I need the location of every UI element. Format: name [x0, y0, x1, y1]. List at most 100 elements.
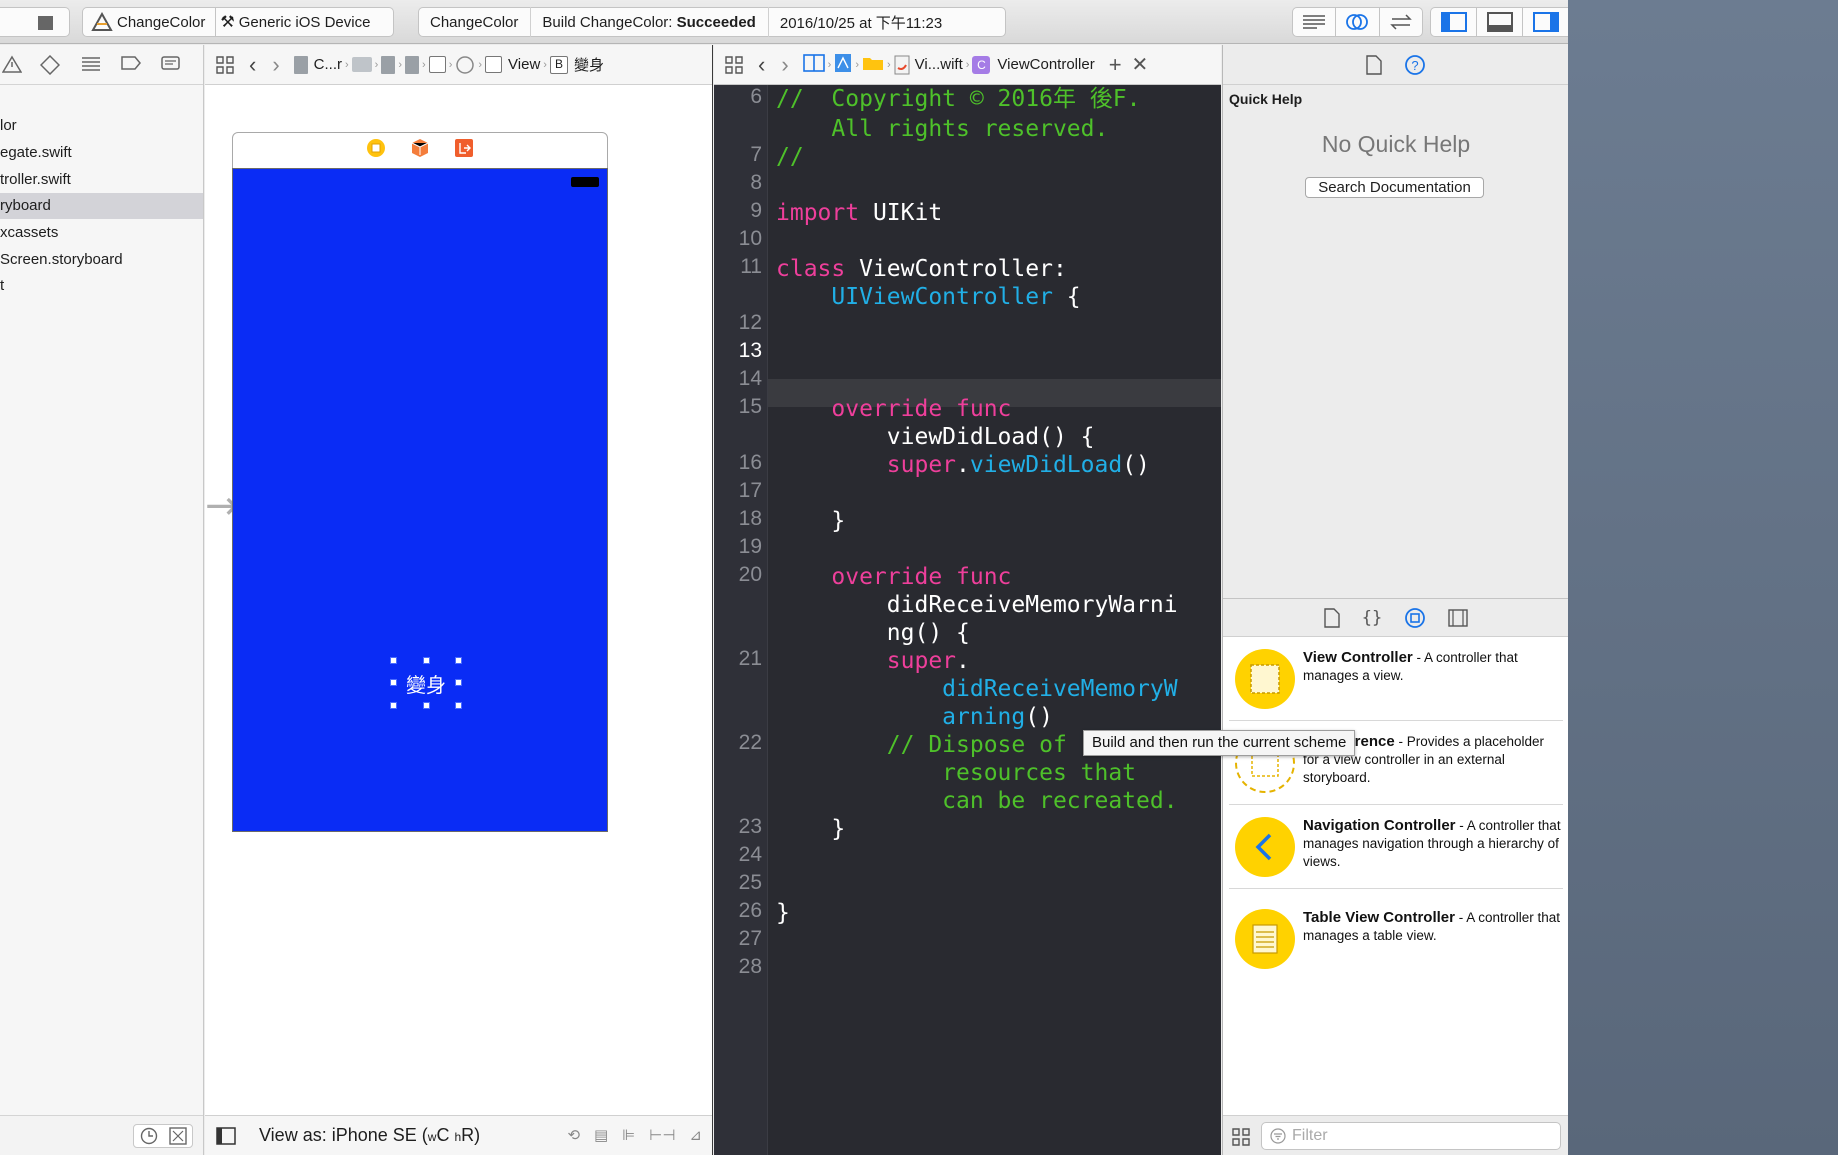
library-item-navigation-controller[interactable]: Navigation Controller - A controller tha…: [1229, 805, 1563, 889]
scheme-selector[interactable]: ChangeColor ⚒ Generic iOS Device: [82, 7, 394, 37]
project-file-icon[interactable]: [834, 53, 852, 77]
transform-button[interactable]: 變身: [390, 657, 462, 709]
debug-navigator-icon[interactable]: [80, 55, 102, 78]
library-item-table-view-controller[interactable]: Table View Controller - A controller tha…: [1229, 897, 1563, 981]
group-folder-icon[interactable]: [862, 55, 884, 75]
recent-files-icon[interactable]: [140, 1127, 158, 1145]
version-editor-button[interactable]: [1380, 8, 1422, 36]
resize-handle[interactable]: [455, 679, 462, 686]
breadcrumb-swift-file[interactable]: Vi...wift: [894, 55, 963, 75]
nav-item[interactable]: troller.swift: [0, 167, 203, 193]
breadcrumb-folder[interactable]: [351, 57, 372, 72]
breakpoint-navigator-icon[interactable]: [120, 55, 142, 76]
resize-handle[interactable]: [423, 702, 430, 709]
line-number: 19: [738, 535, 762, 558]
project-navigator: lor egate.swift troller.swift ryboard xc…: [0, 45, 204, 1155]
resize-handle[interactable]: [455, 702, 462, 709]
nav-item[interactable]: xcassets: [0, 220, 203, 246]
search-documentation-button[interactable]: Search Documentation: [1305, 177, 1484, 198]
navigator-toggle[interactable]: [1431, 8, 1477, 36]
back-arrow-icon[interactable]: ‹: [758, 52, 765, 78]
resolve-issues-icon[interactable]: ⊿: [689, 1126, 702, 1144]
breadcrumb-project[interactable]: C...r: [293, 55, 342, 74]
quick-help-icon[interactable]: ?: [1404, 54, 1426, 76]
related-items-icon[interactable]: [724, 55, 744, 75]
modified-files-icon[interactable]: [168, 1127, 187, 1145]
debug-area-toggle[interactable]: [1477, 8, 1523, 36]
code-line: import UIKit: [776, 200, 943, 226]
breadcrumb-class[interactable]: C ViewController: [972, 55, 1095, 74]
navigator-filter-buttons[interactable]: [133, 1124, 193, 1148]
breadcrumb-view[interactable]: View: [485, 56, 540, 73]
file-template-library-icon[interactable]: [1324, 607, 1340, 628]
object-library-icon[interactable]: [1404, 607, 1426, 629]
interface-builder-canvas[interactable]: ‹ › C...r › › › › › › View › B 變身 → 變身 V…: [205, 45, 713, 1155]
media-library-icon[interactable]: [1448, 608, 1468, 627]
view-controller-scene[interactable]: 變身: [232, 132, 608, 832]
no-quick-help-text: No Quick Help: [1321, 131, 1471, 157]
version-editor-icon: [1390, 14, 1412, 30]
standard-editor-button[interactable]: [1293, 8, 1337, 36]
library-filter-bar: Filter: [1223, 1115, 1569, 1155]
nav-item[interactable]: Screen.storyboard: [0, 247, 203, 273]
first-responder-icon[interactable]: [410, 138, 430, 163]
stop-button[interactable]: [0, 7, 70, 37]
breadcrumb-button[interactable]: B 變身: [549, 54, 604, 75]
code-snippet-library-icon[interactable]: {}: [1362, 608, 1382, 628]
breadcrumb-file[interactable]: [381, 55, 396, 74]
resize-handle[interactable]: [390, 702, 397, 709]
source-code[interactable]: // Copyright © 2016年 後F. All rights rese…: [768, 85, 1221, 1155]
warning-icon[interactable]: [1, 55, 23, 78]
assistant-code-editor[interactable]: ‹ › › › › Vi...wift › C ViewController + …: [714, 45, 1221, 1155]
line-number: 21: [738, 647, 762, 670]
file-inspector-icon[interactable]: [1365, 54, 1382, 75]
resize-handle[interactable]: [455, 657, 462, 664]
add-editor-icon[interactable]: +: [1109, 52, 1122, 78]
forward-arrow-icon[interactable]: ›: [272, 52, 279, 78]
breadcrumb-controller-scene[interactable]: [428, 56, 446, 73]
related-items-icon[interactable]: [215, 55, 235, 75]
nav-item[interactable]: lor: [0, 113, 203, 139]
line-number: 26: [738, 899, 762, 922]
pin-icon[interactable]: ⊢⊣: [649, 1126, 675, 1144]
view-as-device[interactable]: View as: iPhone SE (wC hR): [259, 1125, 480, 1146]
code-line: override func: [776, 564, 1012, 590]
main-view[interactable]: 變身: [232, 168, 608, 832]
line-number: 8: [750, 171, 762, 194]
resize-handle[interactable]: [390, 679, 397, 686]
ib-jump-bar: ‹ › C...r › › › › › › View › B 變身: [205, 45, 712, 85]
resize-handle[interactable]: [390, 657, 397, 664]
code-line: //: [776, 144, 804, 170]
forward-arrow-icon[interactable]: ›: [781, 52, 788, 78]
embed-in-stack-icon[interactable]: ▤: [594, 1126, 608, 1144]
stop-icon: [38, 16, 53, 30]
line-number: 17: [738, 479, 762, 502]
breadcrumb-controller[interactable]: [455, 55, 475, 75]
utilities-toggle[interactable]: [1523, 8, 1568, 36]
align-icon[interactable]: ⊫: [622, 1126, 635, 1144]
counterparts-icon[interactable]: [802, 53, 825, 76]
line-number-current: 13: [738, 339, 762, 362]
nav-item-selected[interactable]: ryboard: [0, 193, 203, 219]
view-controller-icon[interactable]: [366, 138, 386, 163]
breadcrumb-scene[interactable]: [405, 55, 420, 74]
test-navigator-icon[interactable]: [39, 54, 61, 80]
close-editor-icon[interactable]: ✕: [1132, 52, 1149, 77]
code-line: }: [776, 508, 846, 534]
document-outline-toggle-icon[interactable]: [216, 1127, 236, 1145]
object-library-list[interactable]: View Controller - A controller that mana…: [1223, 637, 1569, 1115]
exit-icon[interactable]: [454, 138, 474, 163]
grid-view-icon[interactable]: [1231, 1127, 1251, 1147]
back-arrow-icon[interactable]: ‹: [249, 52, 256, 78]
nav-item[interactable]: t: [0, 273, 203, 299]
library-item-view-controller[interactable]: View Controller - A controller that mana…: [1229, 637, 1563, 721]
resize-handle[interactable]: [423, 657, 430, 664]
line-number: 20: [738, 563, 762, 586]
library-filter-input[interactable]: Filter: [1261, 1122, 1561, 1150]
assistant-editor-button[interactable]: [1336, 8, 1380, 36]
nav-item[interactable]: egate.swift: [0, 140, 203, 166]
update-frames-icon[interactable]: ⟲: [567, 1126, 580, 1144]
navigator-filter-bar: [0, 1115, 203, 1155]
report-navigator-icon[interactable]: [160, 55, 182, 78]
scene-dock: [232, 132, 608, 169]
